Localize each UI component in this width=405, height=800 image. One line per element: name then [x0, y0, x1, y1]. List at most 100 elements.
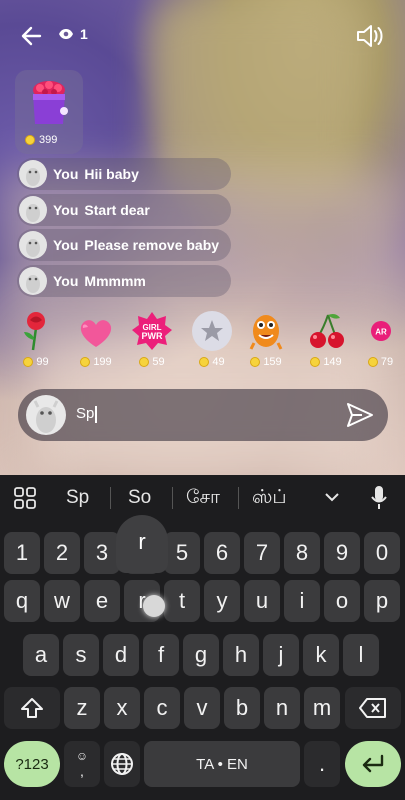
key-8[interactable]: 8: [284, 532, 320, 574]
gift-item-star[interactable]: 49: [186, 308, 238, 368]
globe-icon: [111, 753, 133, 775]
key-h[interactable]: h: [223, 634, 259, 676]
rose-icon: [24, 312, 45, 351]
backspace-key[interactable]: [345, 687, 401, 729]
ar-badge-icon: AR: [370, 321, 391, 341]
key-b[interactable]: b: [224, 687, 260, 729]
monster-icon: [249, 315, 283, 350]
gift-item-rose[interactable]: 99: [10, 308, 62, 368]
suggestion-item[interactable]: So: [128, 487, 151, 509]
gift-item-hearts[interactable]: 199: [70, 308, 122, 368]
key-press-popup: r: [116, 515, 168, 573]
avatar: [19, 160, 47, 188]
chat-username: You: [53, 166, 79, 182]
key-a[interactable]: a: [23, 634, 59, 676]
coin-icon: [199, 357, 210, 367]
eye-icon: [59, 29, 73, 39]
coin-icon: [367, 357, 378, 367]
coin-icon: [250, 357, 261, 367]
chat-message: You Mmmmm: [17, 264, 232, 297]
shift-icon: [21, 698, 43, 718]
chat-message: You Start dear: [17, 193, 232, 226]
key-u[interactable]: u: [244, 580, 280, 622]
svg-text:AR: AR: [375, 328, 387, 337]
chat-username: You: [53, 237, 79, 253]
chevron-down-icon[interactable]: [324, 491, 340, 503]
star-icon: [192, 311, 232, 351]
language-key[interactable]: [104, 741, 140, 787]
space-key[interactable]: TA • EN: [144, 741, 300, 787]
gift-item-ar[interactable]: AR 79: [356, 308, 405, 368]
enter-icon: [362, 754, 384, 773]
viewer-counter: 1: [58, 26, 88, 42]
period-key[interactable]: .: [304, 741, 340, 787]
speaker-icon[interactable]: [355, 22, 385, 50]
cherries-icon: [310, 314, 344, 348]
key-7[interactable]: 7: [244, 532, 280, 574]
touch-indicator: [143, 595, 165, 617]
comment-input-bar[interactable]: Sp: [18, 389, 388, 441]
girl-pwr-sticker-icon: GIRLPWR: [132, 312, 172, 350]
gift-item-girl-pwr[interactable]: GIRL PWR 59: [126, 308, 178, 368]
grid-menu-icon[interactable]: [14, 487, 36, 509]
key-v[interactable]: v: [184, 687, 220, 729]
comment-input[interactable]: Sp: [76, 405, 97, 423]
chat-text: Start dear: [84, 201, 150, 218]
enter-key[interactable]: [345, 741, 401, 787]
coin-icon: [310, 357, 321, 367]
hearts-icon: [80, 320, 112, 347]
key-t[interactable]: t: [164, 580, 200, 622]
microphone-icon[interactable]: [370, 485, 388, 511]
key-s[interactable]: s: [63, 634, 99, 676]
key-3[interactable]: 3: [84, 532, 120, 574]
gift-item-monster[interactable]: 159: [240, 308, 292, 368]
chat-message: You Please remove baby: [17, 229, 232, 261]
chat-text: Please remove baby: [84, 237, 220, 253]
key-o[interactable]: o: [324, 580, 360, 622]
key-g[interactable]: g: [183, 634, 219, 676]
key-m[interactable]: m: [304, 687, 340, 729]
key-c[interactable]: c: [144, 687, 180, 729]
key-y[interactable]: y: [204, 580, 240, 622]
key-w[interactable]: w: [44, 580, 80, 622]
symbols-key[interactable]: ?123: [4, 741, 60, 787]
viewer-count: 1: [80, 26, 88, 42]
send-icon[interactable]: [346, 402, 374, 428]
suggestion-item[interactable]: Sp: [66, 487, 89, 509]
key-f[interactable]: f: [143, 634, 179, 676]
gift-card[interactable]: 399: [15, 70, 83, 154]
key-x[interactable]: x: [104, 687, 140, 729]
chat-username: You: [53, 201, 79, 218]
key-d[interactable]: d: [103, 634, 139, 676]
divider: [110, 487, 111, 509]
chat-text: Mmmmm: [84, 272, 146, 289]
divider: [172, 487, 173, 509]
key-n[interactable]: n: [264, 687, 300, 729]
chat-message: You Hii baby: [17, 158, 232, 190]
coin-icon: [80, 357, 91, 367]
chat-username: You: [53, 272, 79, 289]
key-z[interactable]: z: [64, 687, 100, 729]
key-0[interactable]: 0: [364, 532, 400, 574]
avatar: [19, 195, 47, 224]
suggestion-item[interactable]: சோ: [186, 487, 220, 511]
key-l[interactable]: l: [343, 634, 379, 676]
divider: [238, 487, 239, 509]
key-e[interactable]: e: [84, 580, 120, 622]
key-j[interactable]: j: [263, 634, 299, 676]
key-9[interactable]: 9: [324, 532, 360, 574]
key-5[interactable]: 5: [164, 532, 200, 574]
key-6[interactable]: 6: [204, 532, 240, 574]
key-1[interactable]: 1: [4, 532, 40, 574]
key-q[interactable]: q: [4, 580, 40, 622]
back-arrow-icon[interactable]: [18, 22, 46, 50]
emoji-comma-key[interactable]: ☺ ,: [64, 741, 100, 787]
key-k[interactable]: k: [303, 634, 339, 676]
shift-key[interactable]: [4, 687, 60, 729]
gift-item-cherries[interactable]: 149: [300, 308, 352, 368]
key-2[interactable]: 2: [44, 532, 80, 574]
key-i[interactable]: i: [284, 580, 320, 622]
key-p[interactable]: p: [364, 580, 400, 622]
gift-card-price: 399: [25, 134, 57, 146]
suggestion-item[interactable]: ஸ்ப்: [252, 487, 287, 511]
